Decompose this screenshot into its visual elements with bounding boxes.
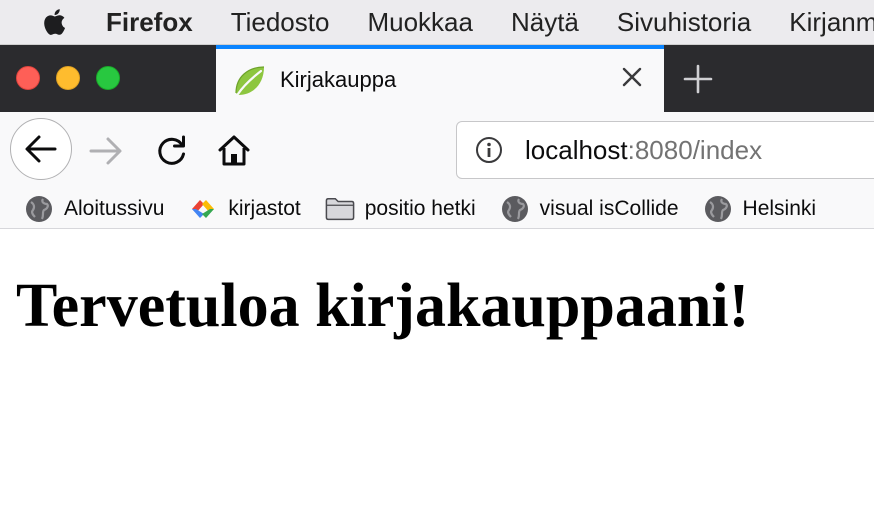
menu-app-name[interactable]: Firefox: [106, 7, 193, 38]
bookmark-visual-iscollide[interactable]: visual isCollide: [500, 190, 679, 228]
menu-item-history[interactable]: Sivuhistoria: [617, 7, 751, 38]
menu-item-bookmarks[interactable]: Kirjanmerkit: [789, 7, 874, 38]
page-heading: Tervetuloa kirjakauppaani!: [16, 272, 750, 340]
url-bar[interactable]: localhost:8080/index: [456, 121, 874, 179]
bookmark-label: Aloitussivu: [64, 197, 165, 220]
home-icon[interactable]: [214, 131, 254, 171]
reload-icon[interactable]: [152, 131, 192, 171]
menu-item-view[interactable]: Näytä: [511, 7, 579, 38]
page-content: Tervetuloa kirjakauppaani!: [0, 229, 874, 516]
bookmark-kirjastot[interactable]: kirjastot: [188, 190, 301, 228]
menu-item-file[interactable]: Tiedosto: [231, 7, 330, 38]
menu-item-edit[interactable]: Muokkaa: [367, 7, 473, 38]
bookmark-label: Helsinki: [742, 197, 817, 220]
new-tab-plus-icon[interactable]: [680, 61, 716, 97]
bookmark-label: kirjastot: [228, 197, 301, 220]
bookmark-label: positio hetki: [364, 197, 476, 220]
close-tab-icon[interactable]: [618, 63, 646, 91]
bookmark-folder-positio-hetki[interactable]: positio hetki: [325, 190, 476, 228]
close-window-button[interactable]: [16, 66, 40, 90]
navigation-toolbar: localhost:8080/index: [0, 112, 874, 190]
maximize-window-button[interactable]: [96, 66, 120, 90]
globe-icon: [703, 194, 733, 224]
forward-arrow-icon[interactable]: [86, 131, 126, 171]
macos-menubar: Firefox Tiedosto Muokkaa Näytä Sivuhisto…: [0, 0, 874, 45]
back-button[interactable]: [10, 118, 72, 180]
url-host: localhost: [525, 135, 628, 165]
back-arrow-icon: [25, 135, 57, 163]
google-chevron-icon: [188, 194, 218, 224]
bookmark-label: visual isCollide: [539, 197, 679, 220]
minimize-window-button[interactable]: [56, 66, 80, 90]
folder-icon: [325, 194, 355, 224]
apple-menu-icon[interactable]: [42, 7, 66, 37]
url-port-path: :8080/index: [627, 135, 763, 165]
bookmarks-toolbar: Aloitussivu kirjastot positio hetki visu…: [0, 190, 874, 229]
tab-strip: Kirjakauppa: [0, 45, 874, 112]
globe-icon: [24, 194, 54, 224]
bookmark-aloitussivu[interactable]: Aloitussivu: [24, 190, 164, 228]
bookmark-helsinki[interactable]: Helsinki: [703, 190, 817, 228]
tab-title: Kirjakauppa: [280, 67, 397, 92]
spring-leaf-icon: [232, 63, 268, 99]
info-icon[interactable]: [475, 136, 503, 164]
globe-icon: [500, 194, 530, 224]
tab-kirjakauppa[interactable]: Kirjakauppa: [216, 45, 664, 112]
url-text[interactable]: localhost:8080/index: [525, 135, 762, 166]
